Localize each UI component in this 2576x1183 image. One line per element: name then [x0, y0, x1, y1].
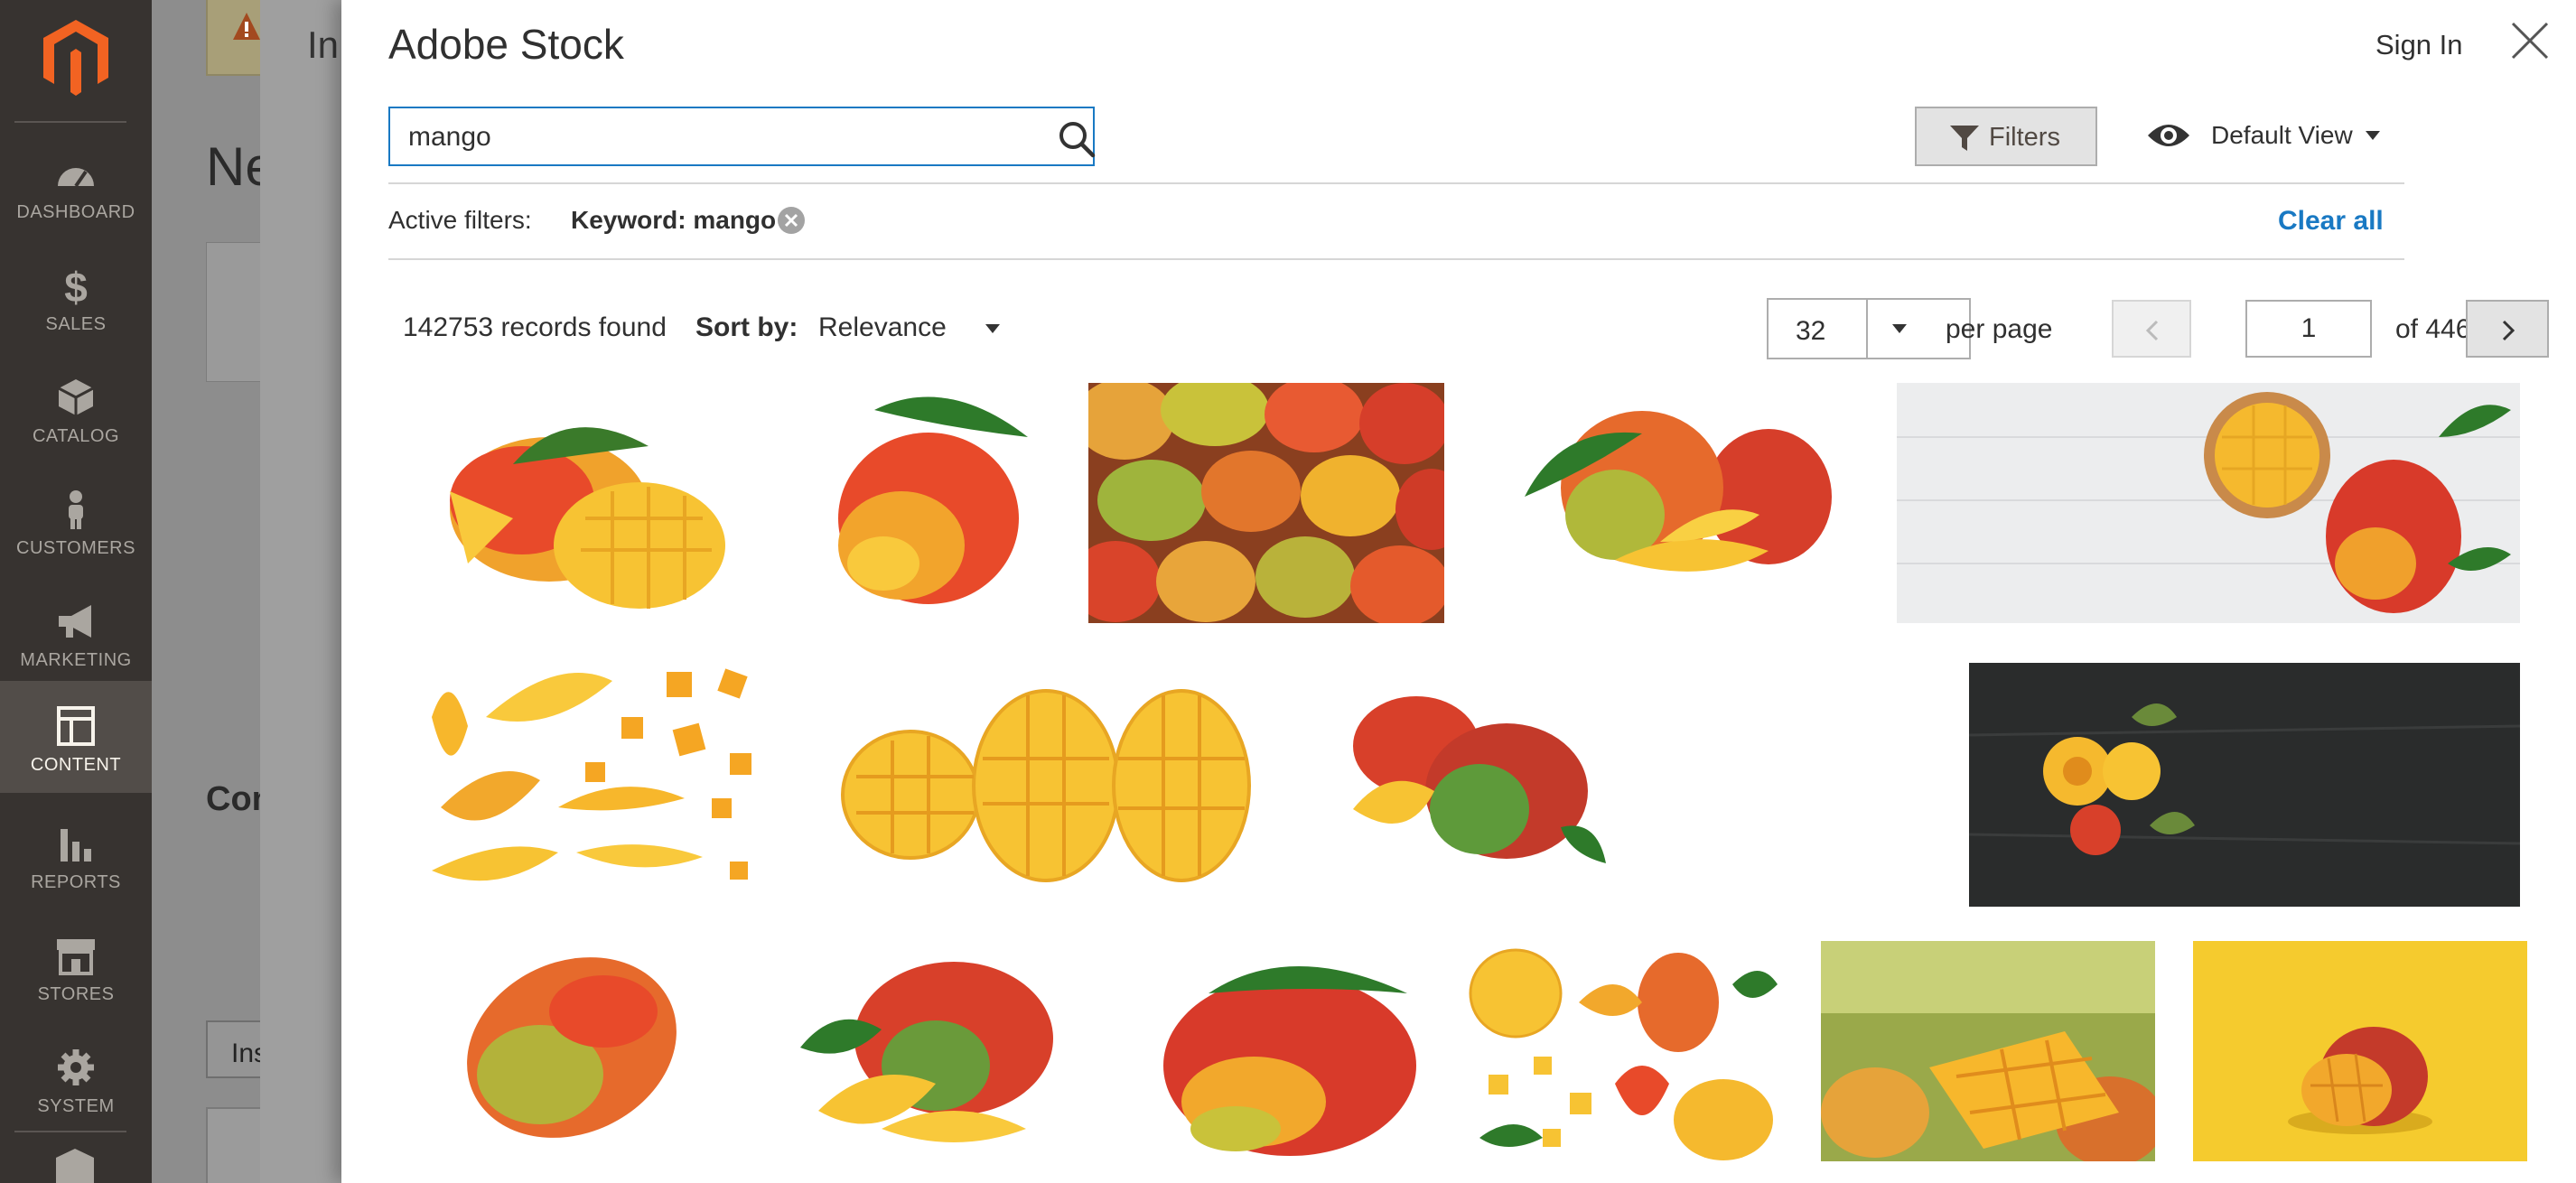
stock-image-mangoes-with-cut-half[interactable]	[1335, 683, 1615, 869]
sidebar-item-label: MARKETING	[20, 650, 132, 670]
sidebar-item-label: DASHBOARD	[16, 202, 135, 222]
sidebar-divider	[14, 1131, 126, 1132]
stock-image-single-mango-with-leaf[interactable]	[811, 383, 1046, 621]
records-count: 142753 records found	[403, 312, 667, 342]
outer-modal-edge	[260, 0, 341, 1183]
eye-icon	[2148, 125, 2189, 146]
search-icon[interactable]	[1057, 119, 1097, 159]
active-filters-label: Active filters:	[388, 206, 532, 234]
active-filter-chip: Keyword: mango	[571, 206, 777, 234]
stock-image-mangoes-with-slices[interactable]	[1507, 397, 1832, 605]
sidebar-item-label: SALES	[45, 314, 107, 334]
magento-logo[interactable]	[40, 16, 112, 96]
filters-label: Filters	[1989, 123, 2060, 152]
divider	[388, 258, 2404, 260]
dashboard-icon	[53, 154, 98, 193]
page-number-input[interactable]	[2245, 300, 2372, 358]
sidebar-item-label: SYSTEM	[37, 1096, 115, 1116]
stock-image-whole-mango[interactable]	[450, 948, 694, 1147]
cube-icon	[53, 377, 98, 417]
modal-title: Adobe Stock	[388, 21, 624, 68]
per-page-value: 32	[1796, 316, 1826, 346]
sidebar-item-content[interactable]: CONTENT	[0, 681, 152, 793]
stock-image-mango-slices-and-cubes[interactable]	[414, 663, 775, 901]
sidebar-item-system[interactable]: SYSTEM	[0, 1022, 152, 1134]
sidebar-divider	[14, 121, 126, 123]
extensions-icon[interactable]	[52, 1147, 98, 1183]
stock-image-big-red-mango-with-leaf[interactable]	[1154, 939, 1425, 1156]
sidebar-item-reports[interactable]: REPORTS	[0, 798, 152, 910]
sidebar-item-label: REPORTS	[31, 872, 121, 892]
filters-button[interactable]: Filters	[1915, 107, 2097, 166]
sidebar-item-marketing[interactable]: MARKETING	[0, 576, 152, 688]
search-field	[388, 107, 1097, 166]
next-page-button[interactable]	[2466, 300, 2549, 358]
sidebar-item-customers[interactable]: CUSTOMERS	[0, 464, 152, 576]
gear-icon	[53, 1048, 98, 1087]
stock-image-mango-tree-outdoor[interactable]	[1821, 941, 2155, 1161]
megaphone-icon	[53, 601, 98, 641]
sidebar-item-label: CONTENT	[30, 755, 122, 775]
chevron-left-icon	[2145, 320, 2159, 341]
stock-image-mango-bowl-on-white-wood[interactable]	[1897, 383, 2520, 623]
chevron-right-icon	[2502, 320, 2515, 341]
layout-icon	[53, 706, 98, 746]
chevron-down-icon	[2366, 131, 2380, 140]
stock-image-mango-pieces-collage[interactable]	[1461, 948, 1787, 1165]
bar-chart-icon	[53, 824, 98, 863]
person-icon	[53, 489, 98, 529]
sidebar-item-label: CATALOG	[32, 426, 120, 446]
clear-all-link[interactable]: Clear all	[2278, 206, 2384, 237]
sort-label: Sort by:	[695, 312, 798, 342]
previous-page-button[interactable]	[2112, 300, 2191, 358]
divider	[388, 182, 2404, 184]
svg-text:$: $	[64, 265, 88, 305]
stock-image-mango-with-cubes-and-leaf[interactable]	[414, 383, 739, 621]
store-icon	[53, 936, 98, 975]
chevron-down-icon	[1892, 324, 1907, 333]
per-page-label: per page	[1946, 314, 2053, 344]
dollar-icon: $	[53, 264, 98, 311]
admin-sidebar: DASHBOARD $ SALES CATALOG CUSTOMERS MARK…	[0, 0, 152, 1183]
stock-image-mango-with-leaves-and-slices[interactable]	[800, 948, 1062, 1150]
stock-image-mangoes-on-dark-table[interactable]	[1969, 663, 2520, 907]
sidebar-item-dashboard[interactable]: DASHBOARD	[0, 128, 152, 240]
sidebar-item-catalog[interactable]: CATALOG	[0, 352, 152, 464]
adobe-stock-modal: Adobe Stock Sign In Filters Default View…	[341, 0, 2576, 1183]
sidebar-item-stores[interactable]: STORES	[0, 910, 152, 1022]
outer-modal-title: In	[307, 23, 340, 66]
sort-select[interactable]: Relevance	[813, 303, 1012, 354]
sidebar-item-label: STORES	[37, 984, 115, 1004]
close-icon[interactable]	[2507, 18, 2553, 63]
view-switcher[interactable]: Default View	[2146, 116, 2390, 157]
stock-image-mango-on-yellow[interactable]	[2193, 941, 2527, 1161]
sign-in-link[interactable]: Sign In	[2375, 29, 2463, 61]
remove-filter-icon[interactable]	[777, 206, 806, 235]
stock-image-three-cubed-mango-halves[interactable]	[838, 677, 1254, 894]
per-page-select[interactable]: 32	[1767, 298, 1971, 359]
search-input[interactable]	[408, 121, 1004, 154]
sidebar-item-label: CUSTOMERS	[16, 538, 135, 558]
chevron-down-icon	[985, 324, 1000, 333]
sort-value: Relevance	[818, 312, 947, 342]
funnel-icon	[1950, 126, 1979, 151]
warning-icon	[233, 13, 260, 40]
sidebar-item-sales[interactable]: $ SALES	[0, 240, 152, 352]
view-label: Default View	[2211, 121, 2353, 149]
stock-image-pile-of-mangoes[interactable]	[1088, 383, 1444, 623]
